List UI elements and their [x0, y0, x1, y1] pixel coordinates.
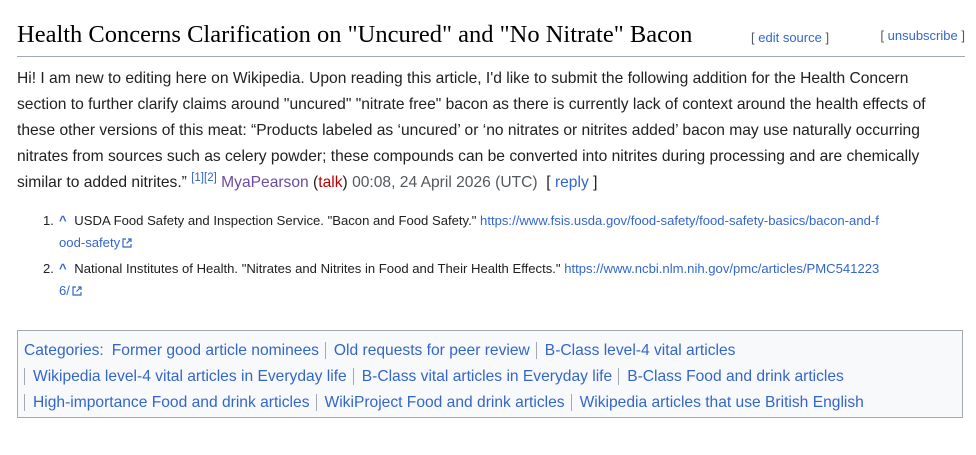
reply-bracket-close: ]	[593, 174, 598, 191]
section-heading: Health Concerns Clarification on "Uncure…	[17, 16, 965, 57]
categories-line-1: Categories: Former good article nominees O…	[24, 338, 956, 364]
reply-bracket-open: [	[546, 174, 551, 191]
reference-url-part2: 6/	[59, 283, 70, 298]
citation-link-2[interactable]: [2]	[204, 172, 217, 184]
category-link[interactable]: Wikipedia articles that use British Engl…	[580, 394, 864, 411]
reply-link[interactable]: reply	[555, 174, 589, 191]
edit-source-section: [ edit source ]	[751, 30, 829, 46]
talk-comment: Hi! I am new to editing here on Wikipedi…	[17, 66, 962, 196]
external-link-icon	[72, 286, 82, 296]
category-link[interactable]: WikiProject Food and drink articles	[325, 394, 565, 411]
category-link[interactable]: Former good article nominees	[112, 342, 319, 359]
categories-line-2: Wikipedia level-4 vital articles in Ever…	[24, 364, 956, 390]
reference-backlink[interactable]: ^	[59, 213, 67, 228]
user-talk-link[interactable]: talk	[318, 174, 342, 191]
external-link-icon	[122, 238, 132, 248]
edit-source-link[interactable]: edit source	[758, 30, 822, 45]
category-link[interactable]: Old requests for peer review	[334, 342, 530, 359]
user-link[interactable]: MyaPearson	[221, 174, 309, 191]
reference-url-part1: https://www.ncbi.nlm.nih.gov/pmc/article…	[564, 261, 880, 276]
categories-label: Categories	[24, 342, 100, 359]
category-link[interactable]: B-Class level-4 vital articles	[545, 342, 736, 359]
references-list: 1. ^ USDA Food Safety and Inspection Ser…	[17, 210, 965, 306]
edit-source-bracket-close: ]	[825, 30, 830, 45]
category-link[interactable]: B-Class Food and drink articles	[627, 368, 844, 385]
categories-box: Categories: Former good article nominees O…	[17, 330, 963, 418]
reference-backlink[interactable]: ^	[59, 261, 67, 276]
edit-source-bracket-open: [	[751, 30, 755, 45]
category-link[interactable]: B-Class vital articles in Everyday life	[362, 368, 612, 385]
unsubscribe-section: [ unsubscribe ]	[880, 28, 965, 44]
unsubscribe-link[interactable]: unsubscribe	[888, 28, 958, 43]
comment-timestamp: 00:08, 24 April 2026 (UTC)	[352, 174, 538, 191]
category-link[interactable]: Wikipedia level-4 vital articles in Ever…	[33, 368, 347, 385]
reference-item: 2. ^ National Institutes of Health. "Nit…	[17, 258, 965, 302]
reference-url-part2: ood-safety	[59, 235, 121, 250]
talk-bracket-close: )	[342, 174, 348, 191]
reference-number: 1.	[43, 213, 54, 228]
section-title: Health Concerns Clarification on "Uncure…	[17, 21, 693, 48]
comment-body: Hi! I am new to editing here on Wikipedi…	[17, 70, 926, 191]
categories-line-3: High-importance Food and drink articles W…	[24, 390, 956, 416]
citation-refs: [1][2]	[191, 172, 217, 184]
reference-number: 2.	[43, 261, 54, 276]
unsubscribe-bracket-close: ]	[961, 28, 965, 43]
unsubscribe-bracket-open: [	[880, 28, 885, 43]
categories-label-link[interactable]: Categories:	[24, 342, 104, 359]
category-link[interactable]: High-importance Food and drink articles	[33, 394, 310, 411]
citation-link-1[interactable]: [1]	[191, 172, 204, 184]
reference-text: National Institutes of Health. "Nitrates…	[74, 261, 561, 276]
reference-text: USDA Food Safety and Inspection Service.…	[74, 213, 477, 228]
reference-url-part1: https://www.fsis.usda.gov/food-safety/fo…	[480, 213, 879, 228]
reference-item: 1. ^ USDA Food Safety and Inspection Ser…	[17, 210, 965, 254]
